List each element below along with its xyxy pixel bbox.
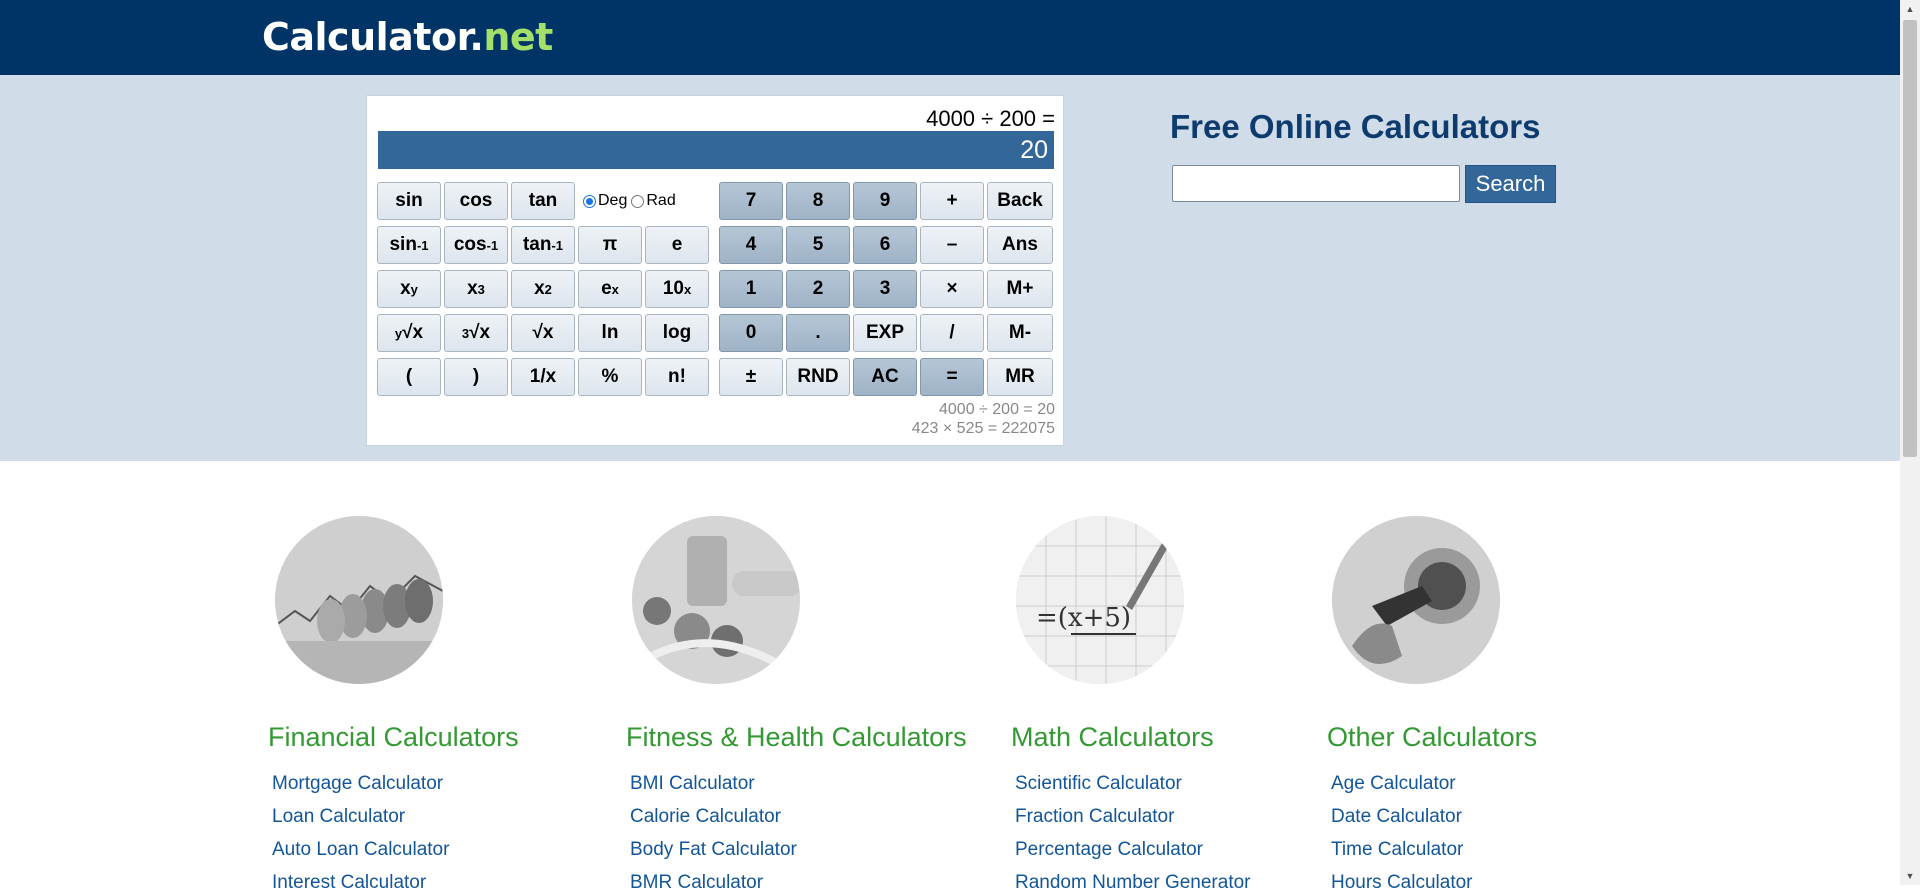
atan-button[interactable]: tan -1 — [511, 226, 575, 264]
math-paper-image[interactable]: =(x+5) — [1016, 516, 1184, 684]
factorial-button[interactable]: n! — [645, 358, 709, 396]
link-bmr-calculator[interactable]: BMR Calculator — [630, 872, 763, 894]
seven-button[interactable]: 7 — [719, 182, 783, 220]
link-mortgage-calculator[interactable]: Mortgage Calculator — [272, 773, 443, 795]
six-button[interactable]: 6 — [853, 226, 917, 264]
x-power-y-button[interactable]: xy — [377, 270, 441, 308]
calc-expression: 4000 ÷ 200 = — [926, 106, 1055, 131]
link-age-calculator[interactable]: Age Calculator — [1331, 773, 1456, 795]
plus-minus-button[interactable]: ± — [719, 358, 783, 396]
x-squared-button[interactable]: x2 — [511, 270, 575, 308]
link-body-fat-calculator[interactable]: Body Fat Calculator — [630, 839, 797, 861]
y-root-button[interactable]: y √x — [377, 314, 441, 352]
pi-button[interactable]: π — [578, 226, 642, 264]
right-paren-button[interactable]: ) — [444, 358, 508, 396]
scroll-down-arrow-icon[interactable]: ▼ — [1900, 867, 1920, 885]
category-title-financial[interactable]: Financial Calculators — [268, 722, 519, 753]
ans-button[interactable]: Ans — [987, 226, 1053, 264]
rad-label: Rad — [646, 192, 676, 209]
calc-result-display: 20 — [378, 131, 1054, 169]
link-calorie-calculator[interactable]: Calorie Calculator — [630, 806, 781, 828]
history-entry: 423 × 525 = 222075 — [911, 420, 1055, 437]
link-bmi-calculator[interactable]: BMI Calculator — [630, 773, 755, 795]
search-button[interactable]: Search — [1465, 165, 1556, 203]
left-paren-button[interactable]: ( — [377, 358, 441, 396]
link-fraction-calculator[interactable]: Fraction Calculator — [1015, 806, 1174, 828]
category-title-fitness[interactable]: Fitness & Health Calculators — [626, 722, 967, 753]
link-loan-calculator[interactable]: Loan Calculator — [272, 806, 405, 828]
history-entry: 4000 ÷ 200 = 20 — [939, 401, 1055, 418]
deg-label: Deg — [598, 192, 628, 209]
site-header: Calculator.net — [0, 0, 1900, 75]
link-date-calculator[interactable]: Date Calculator — [1331, 806, 1462, 828]
nine-button[interactable]: 9 — [853, 182, 917, 220]
decimal-button[interactable]: . — [786, 314, 850, 352]
cube-root-button[interactable]: 3 √x — [444, 314, 508, 352]
divide-button[interactable]: / — [920, 314, 984, 352]
memory-subtract-button[interactable]: M- — [987, 314, 1053, 352]
ten-power-x-button[interactable]: 10 x — [645, 270, 709, 308]
coins-chart-image[interactable] — [275, 516, 443, 684]
scientific-calculator: 4000 ÷ 200 = 20 sin cos tan Deg Rad 7 8 … — [366, 95, 1064, 446]
plus-button[interactable]: + — [920, 182, 984, 220]
times-button[interactable]: × — [920, 270, 984, 308]
fuel-pump-image[interactable] — [1332, 516, 1500, 684]
deg-radio[interactable] — [583, 194, 596, 208]
search-input[interactable] — [1172, 165, 1460, 202]
asin-button[interactable]: sin -1 — [377, 226, 441, 264]
link-random-number-generator[interactable]: Random Number Generator — [1015, 872, 1251, 894]
rad-radio[interactable] — [631, 194, 645, 208]
e-button[interactable]: e — [645, 226, 709, 264]
category-title-math[interactable]: Math Calculators — [1011, 722, 1214, 753]
back-button[interactable]: Back — [987, 182, 1053, 220]
link-scientific-calculator[interactable]: Scientific Calculator — [1015, 773, 1182, 795]
exp-button[interactable]: EXP — [853, 314, 917, 352]
link-interest-calculator[interactable]: Interest Calculator — [272, 872, 426, 894]
e-power-x-button[interactable]: ex — [578, 270, 642, 308]
minus-button[interactable]: – — [920, 226, 984, 264]
equals-button[interactable]: = — [920, 358, 984, 396]
page-title: Free Online Calculators — [1170, 108, 1541, 145]
eight-button[interactable]: 8 — [786, 182, 850, 220]
site-logo[interactable]: Calculator.net — [262, 15, 553, 59]
link-hours-calculator[interactable]: Hours Calculator — [1331, 872, 1473, 894]
x-cubed-button[interactable]: x3 — [444, 270, 508, 308]
one-button[interactable]: 1 — [719, 270, 783, 308]
memory-add-button[interactable]: M+ — [987, 270, 1053, 308]
category-title-other[interactable]: Other Calculators — [1327, 722, 1537, 753]
sin-button[interactable]: sin — [377, 182, 441, 220]
sqrt-button[interactable]: √x — [511, 314, 575, 352]
link-time-calculator[interactable]: Time Calculator — [1331, 839, 1463, 861]
memory-recall-button[interactable]: MR — [987, 358, 1053, 396]
three-button[interactable]: 3 — [853, 270, 917, 308]
link-percentage-calculator[interactable]: Percentage Calculator — [1015, 839, 1203, 861]
five-button[interactable]: 5 — [786, 226, 850, 264]
all-clear-button[interactable]: AC — [853, 358, 917, 396]
scroll-up-arrow-icon[interactable]: ▲ — [1900, 0, 1920, 18]
reciprocal-button[interactable]: 1/x — [511, 358, 575, 396]
acos-button[interactable]: cos -1 — [444, 226, 508, 264]
angle-mode-toggle: Deg Rad — [579, 182, 693, 220]
ln-button[interactable]: ln — [578, 314, 642, 352]
random-button[interactable]: RND — [786, 358, 850, 396]
svg-text:=(x+5): =(x+5) — [1036, 603, 1131, 633]
percent-button[interactable]: % — [578, 358, 642, 396]
link-auto-loan-calculator[interactable]: Auto Loan Calculator — [272, 839, 449, 861]
two-button[interactable]: 2 — [786, 270, 850, 308]
four-button[interactable]: 4 — [719, 226, 783, 264]
zero-button[interactable]: 0 — [719, 314, 783, 352]
scrollbar-thumb[interactable] — [1903, 20, 1917, 457]
tan-button[interactable]: tan — [511, 182, 575, 220]
food-tape-image[interactable] — [632, 516, 800, 684]
cos-button[interactable]: cos — [444, 182, 508, 220]
log-button[interactable]: log — [645, 314, 709, 352]
